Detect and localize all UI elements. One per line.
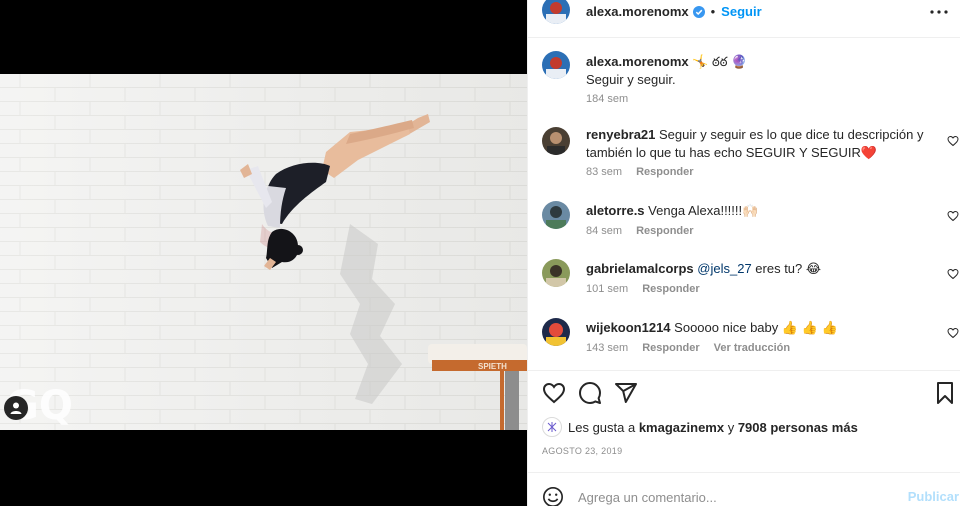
comment-text: eres tu? 😂 bbox=[751, 261, 822, 276]
likes-text: Les gusta a kmagazinemx y 7908 personas … bbox=[568, 420, 858, 435]
comment-meta: 143 sem Responder Ver traducción bbox=[586, 342, 790, 354]
liker-avatar[interactable] bbox=[542, 417, 562, 437]
smile-icon[interactable] bbox=[542, 486, 564, 506]
post-details-panel: alexa.morenomx • Seguir alexa.morenomx 🤸… bbox=[527, 0, 960, 506]
comment-body: renyebra21 Seguir y seguir es lo que dic… bbox=[586, 126, 931, 162]
heart-icon[interactable] bbox=[947, 135, 959, 147]
ellipsis-icon[interactable] bbox=[927, 2, 951, 22]
likes-summary: Les gusta a kmagazinemx y 7908 personas … bbox=[542, 416, 858, 438]
likes-prefix: Les gusta a bbox=[568, 419, 639, 435]
comment-username[interactable]: wijekoon1214 bbox=[586, 320, 671, 335]
comment-time[interactable]: 101 sem bbox=[586, 283, 628, 295]
caption-text: Seguir y seguir. bbox=[586, 72, 676, 87]
see-translation-button[interactable]: Ver traducción bbox=[714, 342, 790, 354]
author-avatar[interactable] bbox=[542, 51, 570, 79]
beam-brand: SPIETH bbox=[478, 362, 507, 371]
follow-button[interactable]: Seguir bbox=[721, 4, 761, 20]
comment-icon[interactable] bbox=[578, 381, 602, 405]
comment-time[interactable]: 143 sem bbox=[586, 342, 628, 354]
commenter-avatar[interactable] bbox=[542, 127, 570, 155]
comment-username[interactable]: renyebra21 bbox=[586, 127, 655, 142]
verified-badge-icon bbox=[692, 6, 705, 18]
liker-username[interactable]: kmagazinemx bbox=[639, 420, 724, 435]
comment-body: wijekoon1214 Sooooo nice baby 👍 👍 👍 bbox=[586, 319, 931, 337]
heart-icon[interactable] bbox=[947, 327, 959, 339]
user-tag-icon[interactable] bbox=[4, 396, 28, 420]
comment-username[interactable]: aletorre.s bbox=[586, 203, 645, 218]
header-user: alexa.morenomx • Seguir bbox=[586, 4, 762, 20]
likes-count[interactable]: 7908 personas más bbox=[738, 420, 858, 435]
comment-meta: 101 sem Responder bbox=[586, 283, 700, 295]
reply-button[interactable]: Responder bbox=[636, 225, 693, 237]
commenter-avatar[interactable] bbox=[542, 318, 570, 346]
paper-plane-icon[interactable] bbox=[614, 381, 638, 405]
author-username[interactable]: alexa.morenomx bbox=[586, 4, 689, 20]
post-header: alexa.morenomx • Seguir bbox=[528, 0, 960, 38]
heart-icon[interactable] bbox=[947, 268, 959, 280]
heart-icon[interactable] bbox=[542, 381, 566, 405]
caption-emojis: 🤸 ఠఠ 🔮 bbox=[692, 54, 748, 69]
comment-body: aletorre.s Venga Alexa!!!!!!🙌🏻 bbox=[586, 202, 931, 220]
comment-meta: 83 sem Responder bbox=[586, 166, 694, 178]
comment-time[interactable]: 84 sem bbox=[586, 225, 622, 237]
post-date[interactable]: AGOSTO 23, 2019 bbox=[542, 446, 622, 456]
caption-meta: 184 sem bbox=[586, 93, 628, 105]
comment-input[interactable] bbox=[578, 487, 898, 506]
reply-button[interactable]: Responder bbox=[642, 283, 699, 295]
post-media: SPIETH GQ bbox=[0, 0, 527, 506]
publish-button[interactable]: Publicar bbox=[908, 489, 959, 504]
author-avatar[interactable] bbox=[542, 0, 570, 24]
comment-meta: 84 sem Responder bbox=[586, 225, 694, 237]
gymnast-photo: SPIETH GQ bbox=[0, 74, 527, 430]
likes-middle: y bbox=[724, 419, 738, 435]
caption-username[interactable]: alexa.morenomx bbox=[586, 54, 689, 69]
caption-time[interactable]: 184 sem bbox=[586, 93, 628, 105]
comment-text: Venga Alexa!!!!!!🙌🏻 bbox=[648, 203, 759, 218]
comment-text: Sooooo nice baby 👍 👍 👍 bbox=[674, 320, 838, 335]
action-bar bbox=[528, 370, 960, 414]
bookmark-icon[interactable] bbox=[933, 381, 957, 405]
comments-list: alexa.morenomx 🤸 ఠఠ 🔮 Seguir y seguir. 1… bbox=[528, 39, 960, 365]
comment-mention[interactable]: @jels_27 bbox=[697, 261, 751, 276]
heart-icon[interactable] bbox=[947, 210, 959, 222]
comment-body: gabrielamalcorps @jels_27 eres tu? 😂 bbox=[586, 260, 931, 278]
add-comment-bar: Publicar bbox=[528, 472, 960, 506]
comment-username[interactable]: gabrielamalcorps bbox=[586, 261, 694, 276]
header-separator: • bbox=[710, 4, 716, 19]
comment-time[interactable]: 83 sem bbox=[586, 166, 622, 178]
reply-button[interactable]: Responder bbox=[642, 342, 699, 354]
post-photo[interactable]: SPIETH GQ bbox=[0, 74, 527, 430]
commenter-avatar[interactable] bbox=[542, 201, 570, 229]
caption-body: alexa.morenomx 🤸 ఠఠ 🔮 Seguir y seguir. bbox=[586, 53, 931, 89]
commenter-avatar[interactable] bbox=[542, 259, 570, 287]
reply-button[interactable]: Responder bbox=[636, 166, 693, 178]
